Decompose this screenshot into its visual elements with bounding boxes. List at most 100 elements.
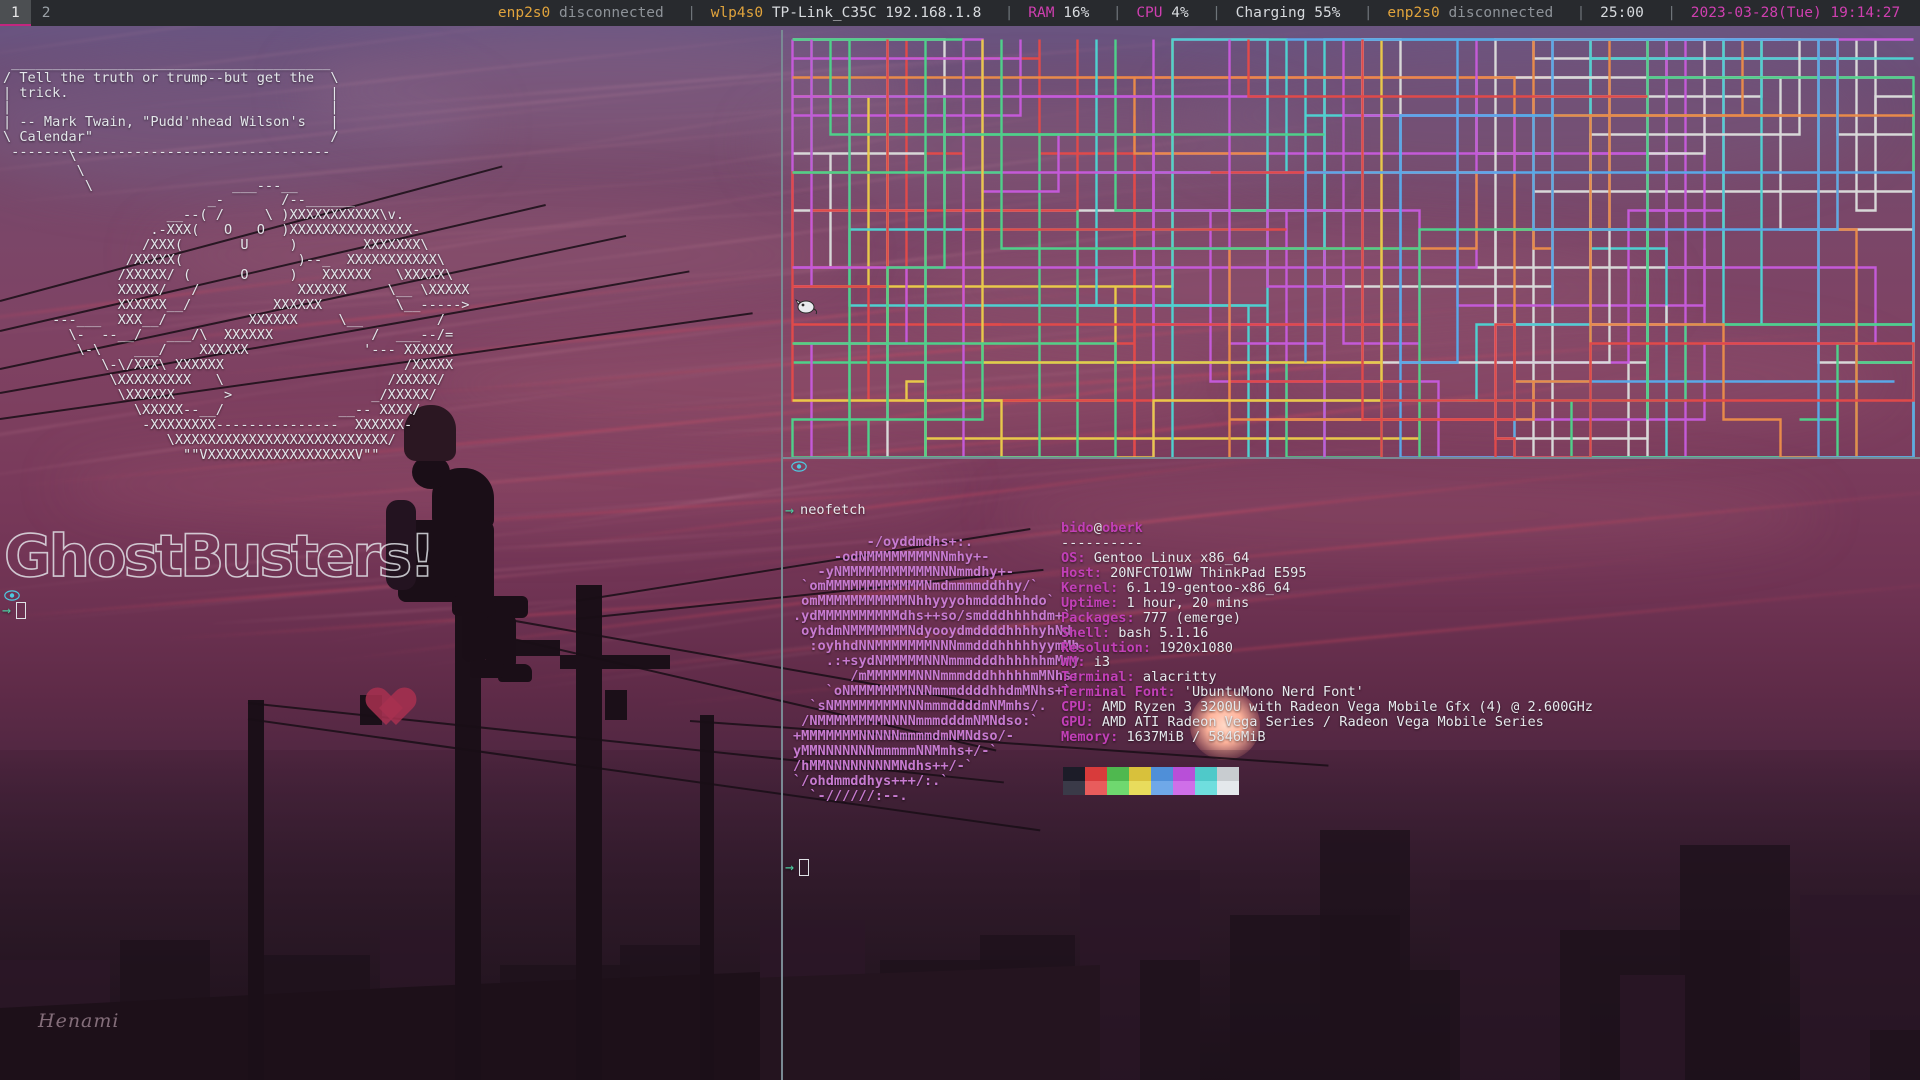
- status-item-19: 2023-03-28(Tue) 19:14:27: [1690, 5, 1909, 21]
- i3-status-bar: 12 enp2s0 disconnected | wlp4s0 TP-Link_…: [0, 0, 1920, 26]
- workspace-list[interactable]: 12: [0, 0, 61, 26]
- info-label: Packages:: [1061, 609, 1143, 626]
- info-label: Terminal Font:: [1061, 684, 1184, 701]
- ghost-ascii-art: \ \ \ ___---__ _- /--______ __--( / \ )X…: [52, 147, 470, 463]
- info-value: 'UbuntuMono Nerd Font': [1183, 684, 1364, 701]
- status-item-17: 25:00: [1600, 5, 1653, 21]
- info-value: 1637MiB / 5846MiB: [1126, 729, 1266, 746]
- info-value: alacritty: [1142, 669, 1217, 686]
- horizontal-split-border: [783, 457, 1920, 459]
- bottom-shell-prompt[interactable]: →: [785, 858, 810, 877]
- info-row-shell: Shell: bash 5.1.16: [1061, 624, 1593, 641]
- palette-swatch-7: [1217, 767, 1239, 781]
- info-row-memory: Memory: 1637MiB / 5846MiB: [1061, 730, 1593, 745]
- status-item-5: |: [996, 5, 1023, 21]
- eye-icon: [791, 461, 807, 472]
- info-label: Host:: [1061, 564, 1111, 581]
- palette-swatch-6: [1195, 767, 1217, 781]
- palette-swatch-9: [1085, 781, 1107, 795]
- status-item-3: wlp4s0: [710, 5, 772, 21]
- workspace-button-1[interactable]: 1: [0, 0, 31, 26]
- info-label: Shell:: [1061, 624, 1119, 641]
- info-value: Gentoo Linux x86_64: [1093, 549, 1250, 566]
- status-item-6: RAM: [1028, 5, 1064, 21]
- info-value: 1 hour, 20 mins: [1126, 594, 1250, 611]
- palette-swatch-4: [1151, 767, 1173, 781]
- terminal-cursor: [799, 859, 810, 876]
- info-row-host: Host: 20NFCTO1WW ThinkPad E595: [1061, 564, 1593, 581]
- palette-swatch-10: [1107, 781, 1129, 795]
- neofetch-terminal-pane[interactable]: → neofetch -/oyddmdhs+:. -odNMMMMMMMMNNm…: [783, 459, 1920, 1080]
- info-label: Terminal:: [1061, 669, 1143, 686]
- palette-swatch-2: [1107, 767, 1129, 781]
- palette-row-1: [1063, 767, 1239, 781]
- status-item-2: |: [678, 5, 705, 21]
- status-item-18: |: [1658, 5, 1685, 21]
- status-item-10: 4%: [1171, 5, 1198, 21]
- info-value: 1920x1080: [1159, 639, 1233, 656]
- left-shell-prompt[interactable]: →: [2, 602, 27, 619]
- status-item-4: TP-Link_C35C 192.168.1.8: [771, 5, 991, 21]
- eye-icon: [4, 590, 20, 601]
- color-palette-swatches: [1063, 767, 1239, 795]
- info-value: AMD Ryzen 3 3200U with Radeon Vega Mobil…: [1101, 699, 1593, 716]
- palette-swatch-1: [1085, 767, 1107, 781]
- info-separator: ----------: [1061, 534, 1143, 551]
- system-info-list: bido@oberk ---------- OS: Gentoo Linux x86…: [1061, 521, 1593, 745]
- info-label: OS:: [1061, 549, 1094, 566]
- info-value: 20NFCTO1WW ThinkPad E595: [1110, 564, 1307, 581]
- info-label: GPU:: [1061, 714, 1102, 731]
- info-row-uptime: Uptime: 1 hour, 20 mins: [1061, 594, 1593, 611]
- status-item-8: |: [1104, 5, 1131, 21]
- palette-swatch-11: [1129, 781, 1151, 795]
- info-row-terminal-font: Terminal Font: 'UbuntuMono Nerd Font': [1061, 685, 1593, 700]
- pipes-graphic: [791, 38, 1915, 457]
- prompt-arrow-icon: →: [785, 501, 795, 519]
- ghostbusters-banner: GhostBusters!: [3, 522, 436, 590]
- workspace-button-2[interactable]: 2: [31, 0, 62, 26]
- info-label: Uptime:: [1061, 594, 1127, 611]
- status-item-16: |: [1567, 5, 1595, 21]
- info-label: Memory:: [1061, 729, 1127, 746]
- info-value: 777 (emerge): [1142, 609, 1242, 626]
- status-item-1: disconnected: [559, 5, 673, 21]
- status-item-15: disconnected: [1448, 5, 1562, 21]
- neofetch-command-line: → neofetch: [785, 503, 866, 518]
- status-item-9: CPU: [1136, 5, 1172, 21]
- palette-swatch-12: [1151, 781, 1173, 795]
- terminal-cursor: [16, 602, 27, 619]
- status-item-0: enp2s0: [497, 5, 559, 21]
- palette-row-2: [1063, 781, 1239, 795]
- left-terminal-pane[interactable]: _______________________________________ …: [0, 30, 782, 1080]
- status-item-14: enp2s0: [1387, 5, 1449, 21]
- mouse-cursor-icon: [795, 299, 817, 315]
- command-text: neofetch: [800, 502, 866, 518]
- palette-swatch-8: [1063, 781, 1085, 795]
- info-row-os: OS: Gentoo Linux x86_64: [1061, 549, 1593, 566]
- info-value: bash 5.1.16: [1118, 624, 1209, 641]
- status-item-13: |: [1355, 5, 1382, 21]
- status-line: enp2s0 disconnected | wlp4s0 TP-Link_C35…: [498, 5, 1920, 21]
- info-row-cpu: CPU: AMD Ryzen 3 3200U with Radeon Vega …: [1061, 700, 1593, 715]
- status-item-7: 16%: [1063, 5, 1099, 21]
- pipe-path-21: [792, 39, 1649, 457]
- pipe-path-11: [1361, 38, 1914, 440]
- palette-swatch-0: [1063, 767, 1085, 781]
- info-value: 6.1.19-gentoo-x86_64: [1126, 579, 1291, 596]
- palette-swatch-3: [1129, 767, 1151, 781]
- fortune-quote-box: _______________________________________ …: [3, 54, 339, 161]
- info-row-packages: Packages: 777 (emerge): [1061, 609, 1593, 626]
- vertical-split-border: [781, 30, 783, 1080]
- gentoo-ascii-logo: -/oyddmdhs+:. -odNMMMMMMMMNNmhy+- -yNMMM…: [793, 533, 1080, 804]
- status-item-11: |: [1203, 5, 1230, 21]
- info-row-gpu: GPU: AMD ATI Radeon Vega Series / Radeon…: [1061, 715, 1593, 730]
- prompt-arrow-icon: →: [785, 858, 795, 877]
- info-label: CPU:: [1061, 699, 1102, 716]
- info-row-kernel: Kernel: 6.1.19-gentoo-x86_64: [1061, 579, 1593, 596]
- info-label: Kernel:: [1061, 579, 1127, 596]
- palette-swatch-15: [1217, 781, 1239, 795]
- palette-swatch-13: [1173, 781, 1195, 795]
- palette-swatch-14: [1195, 781, 1217, 795]
- pipes-animation-pane[interactable]: [783, 30, 1920, 457]
- status-item-12: Charging 55%: [1235, 5, 1350, 21]
